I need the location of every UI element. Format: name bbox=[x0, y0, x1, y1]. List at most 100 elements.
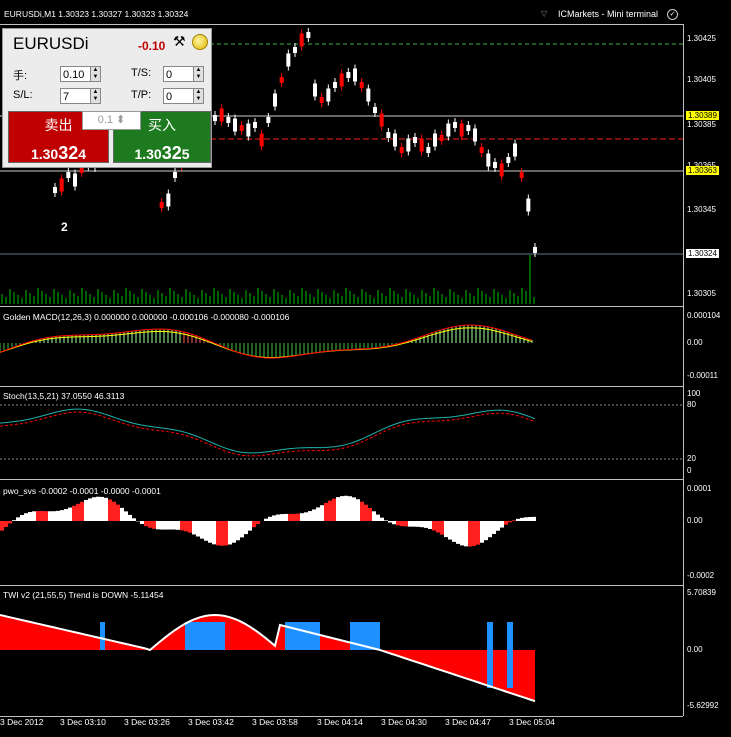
pwo-bar bbox=[500, 521, 504, 528]
pwo-bar bbox=[528, 516, 532, 521]
candle-body bbox=[219, 108, 224, 122]
coin-icon[interactable] bbox=[192, 34, 208, 50]
candle-body bbox=[493, 162, 497, 168]
pwo-bar bbox=[180, 521, 184, 531]
time-label: 3 Dec 2012 bbox=[0, 717, 44, 727]
twi-blue-segment bbox=[100, 622, 105, 650]
pwo-bar bbox=[12, 520, 16, 521]
candle-body bbox=[239, 125, 244, 131]
pwo-bar bbox=[304, 512, 308, 521]
level-label: 1.30389 bbox=[686, 111, 719, 120]
pwo-bar bbox=[176, 521, 180, 530]
pwo-bar bbox=[404, 521, 408, 527]
stoch-axis-label: 0 bbox=[687, 466, 692, 475]
pwo-bar bbox=[156, 521, 160, 530]
pwo-bar bbox=[196, 521, 200, 537]
pwo-bar bbox=[380, 517, 384, 521]
pwo-bar bbox=[124, 511, 128, 521]
pwo-bar bbox=[204, 521, 208, 541]
pwo-bar bbox=[508, 521, 512, 523]
pwo-bar bbox=[436, 521, 440, 533]
pwo-bar bbox=[236, 521, 240, 541]
tools-icon[interactable]: ⚒ bbox=[173, 33, 189, 49]
pwo-bar bbox=[372, 511, 376, 521]
pwo-bar bbox=[24, 513, 28, 521]
pwo-bar bbox=[148, 521, 152, 528]
pwo-bar bbox=[364, 504, 368, 521]
candle-body bbox=[266, 117, 271, 123]
buy-price: 1.30325 bbox=[134, 143, 190, 163]
time-label: 3 Dec 03:26 bbox=[124, 717, 170, 727]
candle-body bbox=[473, 128, 477, 142]
pwo-bar bbox=[388, 521, 392, 523]
pwo-bar bbox=[244, 521, 248, 535]
pwo-bar bbox=[352, 497, 356, 521]
pwo-bar bbox=[392, 521, 396, 525]
pwo-bar bbox=[68, 507, 72, 521]
candle-body bbox=[59, 178, 64, 192]
pwo-bar bbox=[524, 517, 528, 521]
pwo-bar bbox=[44, 511, 48, 521]
time-label: 3 Dec 03:10 bbox=[60, 717, 106, 727]
pwo-bar bbox=[104, 497, 108, 521]
candle-body bbox=[426, 147, 431, 153]
pwo-bar bbox=[432, 521, 436, 531]
candle-body bbox=[359, 82, 364, 88]
pwo-bar bbox=[128, 514, 132, 521]
pwo-bar bbox=[312, 509, 316, 521]
tp-stepper[interactable]: ▲ ▼ bbox=[193, 88, 204, 104]
pwo-bar bbox=[336, 497, 340, 521]
pwo-bar bbox=[396, 521, 400, 526]
pwo-bar bbox=[48, 511, 52, 521]
pwo-bar bbox=[464, 521, 468, 547]
symbol-name: EURUSDi bbox=[13, 34, 89, 53]
pwo-bar bbox=[428, 521, 432, 530]
candle-body bbox=[453, 122, 457, 128]
macd-axis-label: 0.000104 bbox=[687, 311, 721, 320]
pwo-bar bbox=[64, 509, 68, 521]
pwo-bar bbox=[332, 498, 336, 521]
stoch-main-line bbox=[0, 408, 536, 454]
candle-body bbox=[159, 202, 164, 208]
candle-body bbox=[166, 193, 171, 207]
price-label: 1.30425 bbox=[687, 34, 716, 43]
pwo-bar bbox=[420, 521, 424, 528]
price-label: 1.30345 bbox=[687, 205, 716, 214]
pwo-bar bbox=[168, 521, 172, 530]
candle-body bbox=[366, 88, 371, 102]
candle-body bbox=[526, 198, 531, 212]
pwo-bar bbox=[8, 521, 12, 524]
pwo-bar bbox=[316, 507, 320, 521]
pwo-bar bbox=[268, 516, 272, 521]
ts-stepper[interactable]: ▲ ▼ bbox=[193, 66, 204, 82]
pwo-bar bbox=[272, 515, 276, 521]
sl-stepper[interactable]: ▲ ▼ bbox=[90, 88, 101, 104]
pwo-bar bbox=[40, 511, 44, 521]
candle-body bbox=[479, 147, 484, 153]
pwo-bar bbox=[320, 505, 324, 521]
pwo-bar bbox=[440, 521, 444, 535]
candle-body bbox=[499, 163, 504, 177]
lot-step-selector[interactable]: 0.1 ⬍ bbox=[82, 111, 141, 130]
candle-body bbox=[279, 77, 284, 83]
candle-body bbox=[53, 187, 57, 193]
pwo-bar bbox=[164, 521, 168, 530]
pwo-bar bbox=[376, 514, 380, 521]
pwo-bar bbox=[188, 521, 192, 533]
pwo-bar bbox=[496, 521, 500, 531]
time-label: 3 Dec 03:42 bbox=[188, 717, 234, 727]
pwo-bar bbox=[256, 521, 260, 524]
candle-body bbox=[326, 88, 331, 102]
candle-body bbox=[519, 172, 524, 178]
candle-body bbox=[406, 138, 411, 152]
lots-stepper[interactable]: ▲ ▼ bbox=[90, 66, 101, 82]
pwo-bar bbox=[284, 513, 288, 521]
candle-body bbox=[533, 247, 537, 253]
mini-terminal-panel[interactable]: EURUSDi -0.10 ⚒ 手: 0.10 ▲ ▼ T/S: 0 ▲ ▼ S/L… bbox=[2, 28, 212, 168]
pwo-bar bbox=[32, 511, 36, 521]
pwo-bar bbox=[276, 514, 280, 521]
candle-body bbox=[273, 93, 277, 107]
candle-body bbox=[213, 115, 217, 121]
pwo-bar bbox=[452, 521, 456, 542]
pwo-bar bbox=[192, 521, 196, 535]
